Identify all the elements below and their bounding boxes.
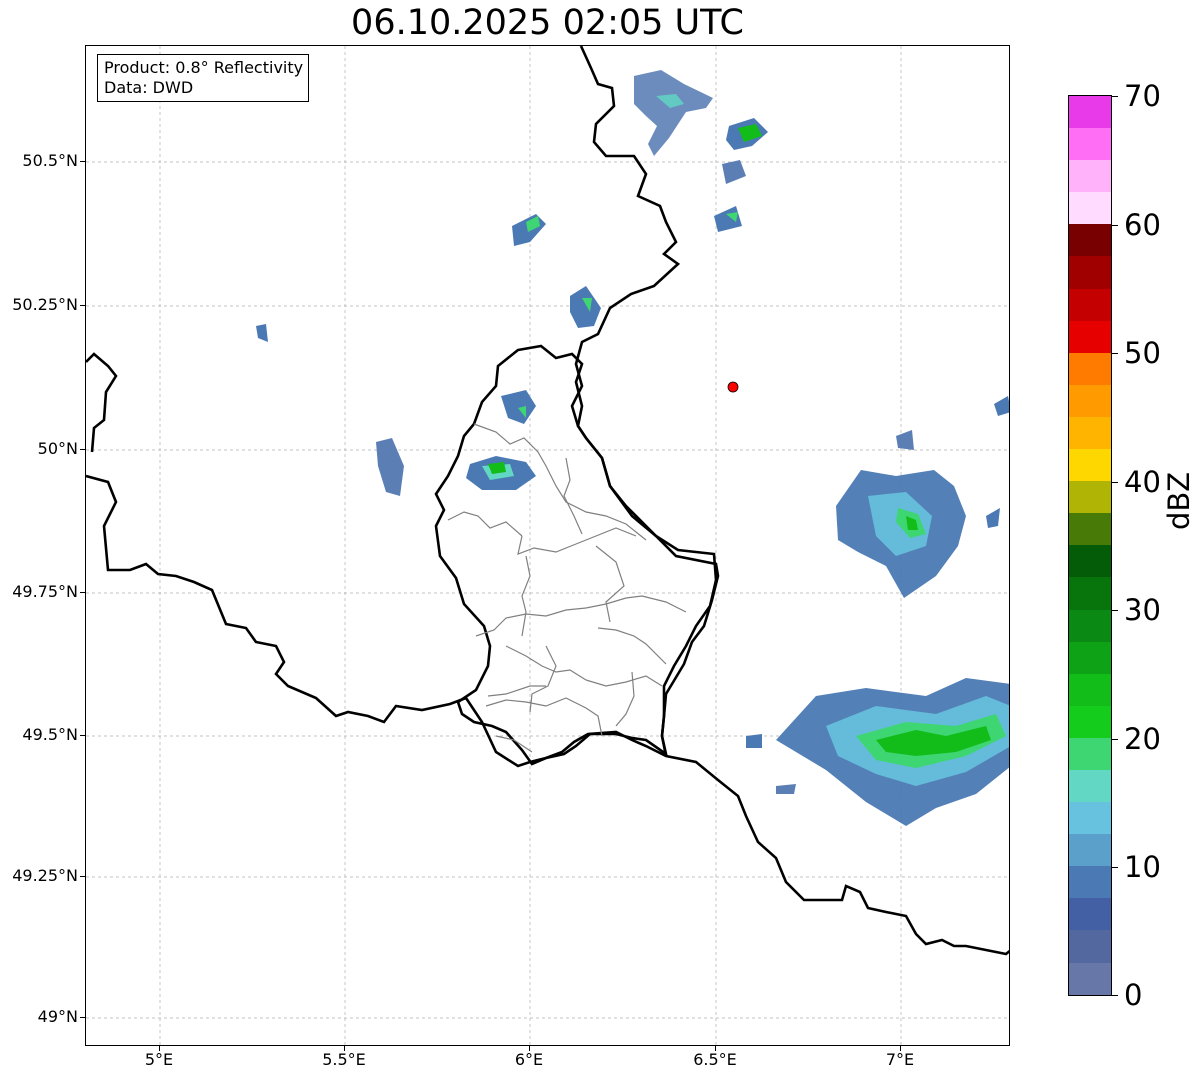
map-title: 06.10.2025 02:05 UTC — [351, 3, 744, 43]
lat-tick-label: 49°N — [37, 1007, 78, 1026]
colorbar-segment — [1069, 577, 1111, 610]
colorbar-segment — [1069, 384, 1111, 417]
lat-tickmark — [80, 876, 85, 877]
colorbar-tick-label: 20 — [1124, 722, 1161, 756]
lon-tickmark — [900, 1046, 901, 1051]
colorbar-segment — [1069, 673, 1111, 706]
lat-tick-label: 50.25°N — [12, 295, 78, 314]
colorbar-segment — [1069, 705, 1111, 738]
dbz-colorbar — [1068, 95, 1112, 996]
colorbar-tick-label: 50 — [1124, 336, 1161, 370]
colorbar-segment — [1069, 320, 1111, 353]
colorbar-segment — [1069, 352, 1111, 385]
colorbar-tick-label: 60 — [1124, 208, 1161, 242]
lat-tickmark — [80, 735, 85, 736]
colorbar-segment — [1069, 416, 1111, 450]
lat-tick-label: 50.5°N — [22, 151, 78, 170]
colorbar-tickmark — [1112, 867, 1118, 868]
lon-tick-label: 6°E — [514, 1050, 544, 1069]
colorbar-segment — [1069, 256, 1111, 289]
lat-tickmark — [80, 1017, 85, 1018]
colorbar-segment — [1069, 898, 1111, 931]
data-source-label: Data: DWD — [104, 78, 194, 97]
colorbar-segment — [1069, 545, 1111, 578]
colorbar-tick-label: 10 — [1124, 850, 1161, 884]
colorbar-segment — [1069, 609, 1111, 642]
colorbar-segment — [1069, 962, 1111, 995]
colorbar-segment — [1069, 866, 1111, 899]
lon-tickmark — [715, 1046, 716, 1051]
colorbar-segment — [1069, 737, 1111, 770]
colorbar-tickmark — [1112, 739, 1118, 740]
lat-tick-label: 49.25°N — [12, 866, 78, 885]
lat-tickmark — [80, 592, 85, 593]
colorbar-segment — [1069, 288, 1111, 321]
colorbar-tickmark — [1112, 225, 1118, 226]
colorbar-segment — [1069, 128, 1111, 161]
colorbar-segment — [1069, 930, 1111, 963]
colorbar-segment — [1069, 160, 1111, 193]
colorbar-segment — [1069, 96, 1111, 129]
colorbar-segment — [1069, 224, 1111, 257]
lon-tickmark — [159, 1046, 160, 1051]
colorbar-segment — [1069, 834, 1111, 867]
colorbar-segment — [1069, 192, 1111, 225]
colorbar-tickmark — [1112, 610, 1118, 611]
colorbar-tick-label: 30 — [1124, 593, 1161, 627]
radar-echoes — [256, 70, 1009, 826]
colorbar-segment — [1069, 449, 1111, 482]
lat-tickmark — [80, 161, 85, 162]
colorbar-tick-label: 40 — [1124, 465, 1161, 499]
lon-tick-label: 7°E — [885, 1050, 915, 1069]
lat-tickmark — [80, 449, 85, 450]
lat-tickmark — [80, 305, 85, 306]
lon-tick-label: 6.5°E — [693, 1050, 737, 1069]
colorbar-tickmark — [1112, 482, 1118, 483]
lon-tick-label: 5°E — [144, 1050, 174, 1069]
radar-map[interactable] — [85, 45, 1010, 1046]
colorbar-segment — [1069, 641, 1111, 674]
lon-tickmark — [344, 1046, 345, 1051]
colorbar-tick-label: 0 — [1124, 978, 1143, 1012]
lon-tick-label: 5.5°E — [322, 1050, 366, 1069]
radar-site-marker[interactable] — [727, 381, 739, 393]
lat-tick-label: 49.75°N — [12, 582, 78, 601]
colorbar-tickmark — [1112, 96, 1118, 97]
colorbar-segment — [1069, 513, 1111, 546]
lat-tick-label: 50°N — [37, 439, 78, 458]
product-label: Product: 0.8° Reflectivity — [104, 58, 304, 77]
colorbar-segment — [1069, 802, 1111, 835]
lat-tick-label: 49.5°N — [22, 725, 78, 744]
colorbar-tickmark — [1112, 353, 1118, 354]
map-svg — [86, 46, 1009, 1045]
colorbar-segment — [1069, 481, 1111, 514]
colorbar-tick-label: 70 — [1124, 79, 1161, 113]
product-info-box: Product: 0.8° Reflectivity Data: DWD — [97, 54, 310, 102]
lon-tickmark — [529, 1046, 530, 1051]
colorbar-segment — [1069, 769, 1111, 803]
colorbar-tickmark — [1112, 995, 1118, 996]
colorbar-title: dBZ — [1162, 471, 1196, 530]
